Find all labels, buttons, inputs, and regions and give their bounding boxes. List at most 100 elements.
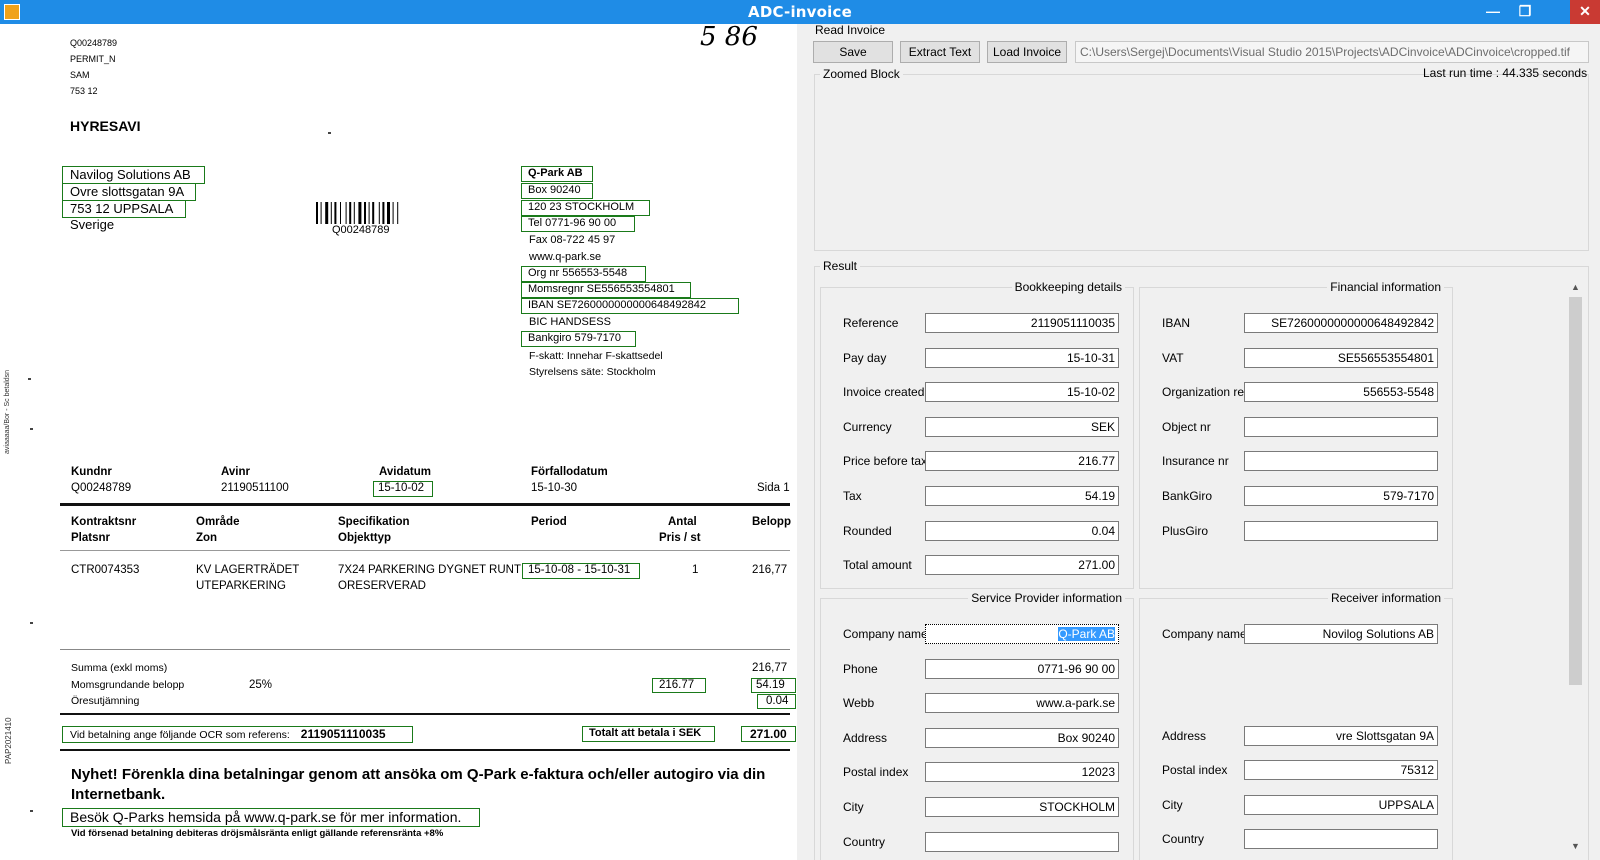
hyresavi-heading: HYRESAVI	[70, 118, 141, 134]
form-row: BankGiro 579-7170	[1140, 486, 1452, 508]
field-input[interactable]: 271.00	[925, 555, 1119, 575]
field-input[interactable]: 216.77	[925, 451, 1119, 471]
field-input[interactable]	[1244, 829, 1438, 849]
field-input[interactable]	[1244, 417, 1438, 437]
hdr-pris: Pris / st	[659, 532, 701, 544]
hdr-zon: Zon	[196, 532, 218, 544]
field-input[interactable]: vre Slottsgatan 9A	[1244, 726, 1438, 746]
bookkeeping-group: Bookkeeping details Reference 21190511100…	[820, 280, 1134, 589]
control-panel: Read Invoice Save Extract Text Load Invo…	[797, 23, 1600, 860]
summa-value: 216,77	[752, 662, 788, 674]
field-input[interactable]: SEK	[925, 417, 1119, 437]
hdr-kontraktsnr: Kontraktsnr	[71, 516, 137, 528]
ores-value-box: 0.04	[757, 694, 796, 709]
financial-group: Financial information IBAN SE726000000000…	[1139, 280, 1453, 589]
result-label: Result	[820, 259, 861, 273]
field-label: Reference	[843, 316, 899, 330]
form-row: Country	[1140, 829, 1452, 851]
save-button[interactable]: Save	[813, 41, 893, 63]
field-input[interactable]: 0771-96 90 00	[925, 659, 1119, 679]
field-input[interactable]: Box 90240	[925, 728, 1119, 748]
field-input[interactable]: 15-10-02	[925, 382, 1119, 402]
provider-bic: BIC HANDSESS	[529, 316, 611, 328]
field-label: Organization ref	[1162, 385, 1248, 399]
field-input[interactable]: SE556553554801	[1244, 348, 1438, 368]
moms-pct: 25%	[249, 679, 273, 691]
field-input[interactable]	[1244, 521, 1438, 541]
field-label: Address	[1162, 729, 1207, 743]
provider-fax: Fax 08-722 45 97	[529, 234, 616, 246]
minimize-button[interactable]: —	[1478, 0, 1508, 24]
form-row: Currency SEK	[821, 417, 1133, 439]
field-input[interactable]: 12023	[925, 762, 1119, 782]
field-input[interactable]: SE7260000000000648492842	[1244, 313, 1438, 333]
provider-web: www.q-park.se	[529, 251, 602, 263]
scroll-down-icon[interactable]: ▼	[1567, 838, 1584, 855]
provider-org-box: Org nr 556553-5548	[521, 266, 646, 282]
vertical-scrollbar[interactable]: ▲ ▼	[1567, 279, 1584, 855]
field-label: VAT	[1162, 351, 1184, 365]
field-label: IBAN	[1162, 316, 1191, 330]
field-input[interactable]: STOCKHOLM	[925, 797, 1119, 817]
field-input[interactable]: 579-7170	[1244, 486, 1438, 506]
form-row: PlusGiro	[1140, 521, 1452, 543]
field-label: Total amount	[843, 558, 912, 572]
field-label: Phone	[843, 662, 878, 676]
maximize-button[interactable]: ❐	[1510, 0, 1540, 24]
form-row: IBAN SE7260000000000648492842	[1140, 313, 1452, 335]
bookkeeping-title: Bookkeeping details	[1011, 280, 1125, 294]
line-belopp: 216,77	[752, 564, 788, 576]
field-input[interactable]: 15-10-31	[925, 348, 1119, 368]
provider-vat-box: Momsregnr SE556553554801	[521, 282, 691, 298]
field-input[interactable]: Q-Park AB	[925, 624, 1119, 644]
moms-base-box: 216.77	[652, 678, 706, 693]
news-line-1: Nyhet! Förenkla dina betalningar genom a…	[71, 766, 766, 783]
field-label: Object nr	[1162, 420, 1211, 434]
field-input[interactable]: 2119051110035	[925, 313, 1119, 333]
invoice-image: Q00248789 PERMIT_N SAM 753 12 5 86 HYRES…	[0, 22, 797, 860]
field-label: BankGiro	[1162, 489, 1213, 503]
read-invoice-label: Read Invoice	[815, 23, 886, 37]
form-row: Country	[821, 832, 1133, 854]
form-row: Company name Novilog Solutions AB	[1140, 624, 1452, 646]
hdr-specifikation: Specifikation	[338, 516, 410, 528]
close-button[interactable]: ✕	[1570, 0, 1600, 24]
field-label: Invoice created	[843, 385, 925, 399]
scroll-up-icon[interactable]: ▲	[1567, 279, 1584, 296]
form-row: Address vre Slottsgatan 9A	[1140, 726, 1452, 748]
field-input[interactable]: 0.04	[925, 521, 1119, 541]
field-input[interactable]: UPPSALA	[1244, 795, 1438, 815]
line-kontraktsnr: CTR0074353	[71, 564, 140, 576]
title-bar: ADC-invoice — ❐ ✕	[0, 0, 1600, 24]
form-row: Webb www.a-park.se	[821, 693, 1133, 715]
moms-value-box: 54.19	[751, 678, 796, 693]
form-row: Pay day 15-10-31	[821, 348, 1133, 370]
field-input[interactable]	[925, 832, 1119, 852]
line-omrade-2: UTEPARKERING	[196, 580, 286, 592]
line-spec-1: 7X24 PARKERING DYGNET RUNT	[338, 564, 521, 576]
ref-line-2: PERMIT_N	[70, 54, 116, 64]
field-input[interactable]: www.a-park.se	[925, 693, 1119, 713]
ocr-value: 2119051110035	[300, 727, 386, 741]
file-path-field[interactable]: C:\Users\Sergej\Documents\Visual Studio …	[1075, 41, 1589, 63]
provider-seat: Styrelsens säte: Stockholm	[529, 366, 656, 378]
field-input[interactable]: 556553-5548	[1244, 382, 1438, 402]
field-input[interactable]: 75312	[1244, 760, 1438, 780]
load-invoice-button[interactable]: Load Invoice	[987, 41, 1067, 63]
service-provider-title: Service Provider information	[968, 591, 1125, 605]
provider-phone-box: Tel 0771-96 90 00	[521, 216, 635, 232]
line-period-box: 15-10-08 - 15-10-31	[522, 563, 640, 579]
val-avinr: 21190511100	[221, 482, 289, 494]
field-label: Currency	[843, 420, 892, 434]
field-input[interactable]	[1244, 451, 1438, 471]
field-input[interactable]: Novilog Solutions AB	[1244, 624, 1438, 644]
sender-street-box: Ovre slottsgatan 9A	[62, 183, 196, 201]
field-label: Company name	[843, 627, 928, 641]
sender-country: Sverige	[70, 217, 115, 232]
line-antal: 1	[692, 564, 699, 576]
extract-text-button[interactable]: Extract Text	[900, 41, 980, 63]
total-label-box: Totalt att betala i SEK	[582, 726, 715, 742]
scroll-thumb[interactable]	[1569, 297, 1582, 685]
field-input[interactable]: 54.19	[925, 486, 1119, 506]
field-label: Price before tax	[843, 454, 928, 468]
